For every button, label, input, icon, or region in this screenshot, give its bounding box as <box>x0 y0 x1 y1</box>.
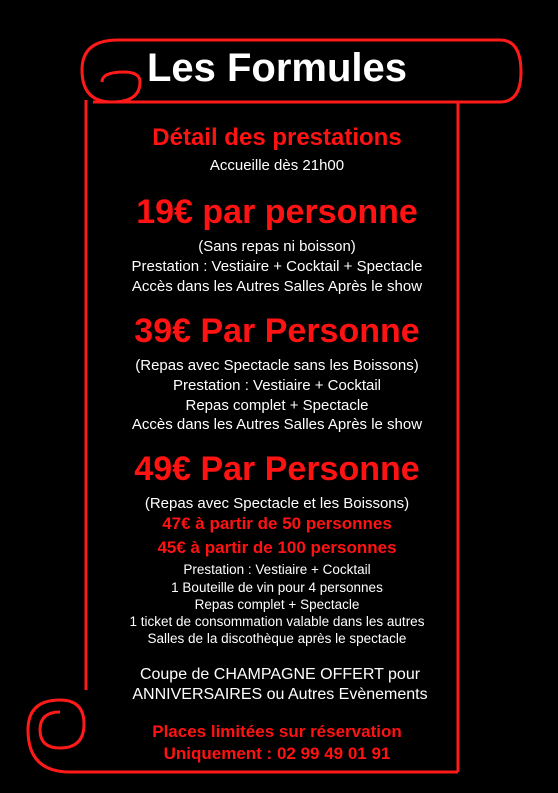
formule-19-line: Prestation : Vestiaire + Cocktail + Spec… <box>131 258 423 275</box>
formule-19-line: (Sans repas ni boisson) <box>198 238 356 255</box>
opening-hours: Accueille dès 21h00 <box>209 157 345 174</box>
champagne-offer: Coupe de CHAMPAGNE OFFERT pour <box>139 666 421 683</box>
reservation-note: Places limitées sur réservation <box>152 722 402 741</box>
formule-39-price: 39€ Par Personne <box>134 312 420 350</box>
formule-49-price: 49€ Par Personne <box>134 450 420 488</box>
formule-49-detail: Repas complet + Spectacle <box>194 597 360 612</box>
section-heading: Détail des prestations <box>152 124 402 151</box>
formule-49-line: (Repas avec Spectacle et les Boissons) <box>144 495 410 512</box>
discount-100: 45€ à partir de 100 personnes <box>157 538 397 557</box>
formule-49-detail: 1 ticket de consommation valable dans le… <box>129 614 425 629</box>
formule-39-line: Prestation : Vestiaire + Cocktail <box>172 377 381 394</box>
formule-39-line: Repas complet + Spectacle <box>185 397 369 414</box>
formule-39-line: (Repas avec Spectacle sans les Boissons) <box>135 357 419 374</box>
discount-50: 47€ à partir de 50 personnes <box>162 514 392 533</box>
formule-19-line: Accès dans les Autres Salles Après le sh… <box>131 278 423 295</box>
formule-19-price: 19€ par personne <box>136 193 418 231</box>
formule-49-detail: Prestation : Vestiaire + Cocktail <box>183 562 371 577</box>
formule-39-line: Accès dans les Autres Salles Après le sh… <box>131 416 423 433</box>
formule-49-detail: 1 Bouteille de vin pour 4 personnes <box>171 580 383 595</box>
page-title: Les Formules <box>146 46 408 90</box>
formule-49-detail: Salles de la discothèque après le specta… <box>147 631 407 646</box>
champagne-offer: ANNIVERSAIRES ou Autres Evènements <box>132 686 428 703</box>
reservation-phone: Uniquement : 02 99 49 01 91 <box>163 744 391 763</box>
